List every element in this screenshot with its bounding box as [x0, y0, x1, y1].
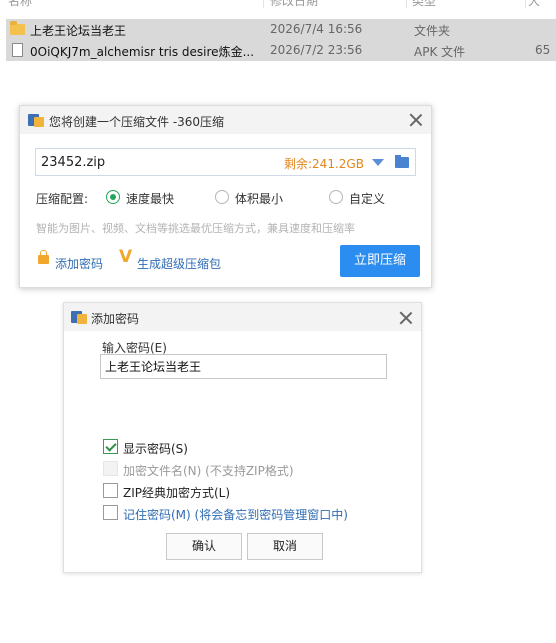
- radio-smallest[interactable]: [215, 190, 229, 204]
- zip-classic-encryption-label[interactable]: ZIP经典加密方式(L): [123, 484, 230, 501]
- compress-dialog: 您将创建一个压缩文件 -360压缩 23452.zip 剩余:241.2GB 压…: [19, 105, 432, 288]
- file-explorer-list: 名称 修改日期 类型 大 上老王论坛当老王 2026/7/4 16:56 文件夹…: [0, 0, 556, 100]
- dialog-title: 添加密码: [91, 312, 140, 326]
- dialog-titlebar[interactable]: 您将创建一个压缩文件 -360压缩: [20, 106, 431, 134]
- cancel-button[interactable]: 取消: [247, 533, 323, 560]
- dialog-titlebar[interactable]: 添加密码: [64, 303, 421, 331]
- show-password-checkbox[interactable]: [103, 439, 118, 454]
- compress-hint-text: 智能为图片、视频、文档等挑选最优压缩方式，兼具速度和压缩率: [36, 222, 355, 235]
- column-divider[interactable]: [263, 0, 264, 8]
- ok-button[interactable]: 确认: [166, 533, 242, 560]
- radio-fastest[interactable]: [106, 190, 120, 204]
- close-icon[interactable]: [398, 310, 414, 326]
- super-pack-link[interactable]: 生成超级压缩包: [137, 255, 221, 272]
- encrypt-filenames-checkbox[interactable]: [103, 461, 118, 476]
- radio-custom[interactable]: [329, 190, 343, 204]
- radio-smallest-label[interactable]: 体积最小: [235, 190, 283, 207]
- add-password-dialog: 添加密码 输入密码(E) 上老王论坛当老王 显示密码(S) 加密文件名(N) (…: [63, 302, 422, 573]
- password-input[interactable]: 上老王论坛当老王: [100, 354, 387, 379]
- super-pack-v-icon[interactable]: V: [119, 249, 132, 266]
- dialog-title: 您将创建一个压缩文件 -360压缩: [49, 115, 225, 129]
- remember-password-checkbox[interactable]: [103, 505, 118, 520]
- app-360zip-icon: [28, 112, 44, 128]
- radio-custom-label[interactable]: 自定义: [349, 190, 385, 207]
- file-size: 65: [535, 43, 551, 57]
- column-date[interactable]: 修改日期: [270, 0, 318, 9]
- archive-filename[interactable]: 23452.zip: [41, 155, 105, 170]
- column-divider[interactable]: [525, 0, 526, 8]
- app-360zip-icon: [71, 309, 87, 325]
- add-password-link[interactable]: 添加密码: [55, 255, 103, 272]
- compress-config-label: 压缩配置:: [36, 192, 89, 206]
- show-password-label[interactable]: 显示密码(S): [123, 440, 188, 457]
- radio-fastest-label[interactable]: 速度最快: [126, 190, 174, 207]
- column-divider[interactable]: [406, 0, 407, 8]
- file-type: APK 文件: [414, 45, 466, 59]
- encrypt-filenames-label: 加密文件名(N) (不支持ZIP格式): [123, 464, 294, 478]
- file-name: 上老王论坛当老王: [30, 24, 127, 38]
- column-name[interactable]: 名称: [8, 0, 32, 9]
- file-type: 文件夹: [414, 24, 451, 38]
- lock-icon[interactable]: [38, 250, 49, 264]
- file-row-apk[interactable]: 0OiQKJ7m_alchemisr tris desire炼金... 2026…: [6, 40, 556, 61]
- file-date: 2026/7/2 23:56: [270, 43, 363, 57]
- archive-path-field[interactable]: 23452.zip 剩余:241.2GB: [35, 148, 416, 176]
- column-size[interactable]: 大: [528, 0, 540, 9]
- remember-password-label[interactable]: 记住密码(M) (将会备忘到密码管理窗口中): [123, 506, 348, 523]
- compress-now-button[interactable]: 立即压缩: [340, 245, 420, 277]
- zip-classic-encryption-checkbox[interactable]: [103, 483, 118, 498]
- column-type[interactable]: 类型: [412, 0, 436, 9]
- close-icon[interactable]: [408, 112, 424, 128]
- dropdown-arrow-icon[interactable]: [372, 159, 384, 166]
- document-icon: [12, 43, 23, 57]
- file-row-folder[interactable]: 上老王论坛当老王 2026/7/4 16:56 文件夹: [6, 19, 556, 40]
- file-name: 0OiQKJ7m_alchemisr tris desire炼金...: [30, 45, 255, 59]
- folder-icon: [10, 21, 25, 35]
- column-header: 名称 修改日期 类型 大: [0, 0, 556, 8]
- folder-browse-icon[interactable]: [395, 155, 409, 168]
- free-space-label: 剩余:241.2GB: [284, 157, 364, 171]
- file-date: 2026/7/4 16:56: [270, 22, 363, 36]
